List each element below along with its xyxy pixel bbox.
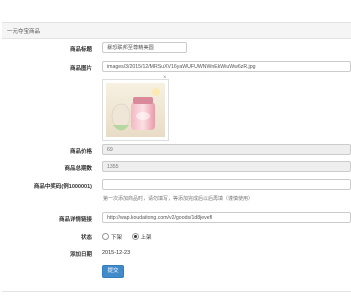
price-label: 商品价格 [69, 149, 92, 155]
submit-button[interactable]: 提交 [102, 265, 124, 278]
status-option-off-label: 下架 [111, 235, 123, 241]
image-thumbnail [102, 79, 169, 141]
date-label: 添加日期 [69, 252, 92, 258]
panel-footer-divider [2, 291, 351, 292]
price-input[interactable]: 69 [102, 144, 351, 155]
image-label: 商品图片 [69, 66, 92, 72]
status-label: 状态 [80, 235, 92, 241]
title-input[interactable]: 暴恐联邦至尊精美圆 [102, 42, 187, 53]
winning-code-hint: 第一次添加商品时，请勿填写，等添加完成后以后再填（谨慎使用） [103, 196, 254, 202]
total-periods-label: 商品总期数 [64, 166, 92, 172]
status-option-on[interactable]: 上架 [131, 233, 152, 241]
date-value: 2015-12-23 [102, 250, 131, 256]
radio-on[interactable] [131, 233, 139, 240]
status-option-on-label: 上架 [140, 235, 152, 241]
detail-link-input[interactable]: http://wap.koudaitong.com/v2/goods/1d8je… [102, 212, 351, 223]
winning-code-label: 商品中奖码(例1000001) [33, 184, 92, 190]
panel-header: 一元夺宝商品 [2, 22, 351, 39]
total-periods-input[interactable]: 1355 [102, 161, 351, 172]
radio-off[interactable] [102, 233, 109, 240]
product-photo [106, 83, 165, 137]
title-label: 商品标题 [69, 47, 92, 53]
remove-image-icon[interactable]: × [163, 75, 167, 81]
panel-title: 一元夺宝商品 [7, 29, 41, 35]
status-option-off[interactable]: 下架 [102, 233, 123, 241]
status-radio-group: 下架 上架 [102, 233, 152, 241]
detail-link-label: 商品详情链接 [58, 217, 92, 223]
winning-code-input[interactable] [102, 179, 351, 190]
image-path-input[interactable]: images/3/2015/12/MRSuXV16yaWUFUWNWnEkWiu… [102, 61, 351, 72]
